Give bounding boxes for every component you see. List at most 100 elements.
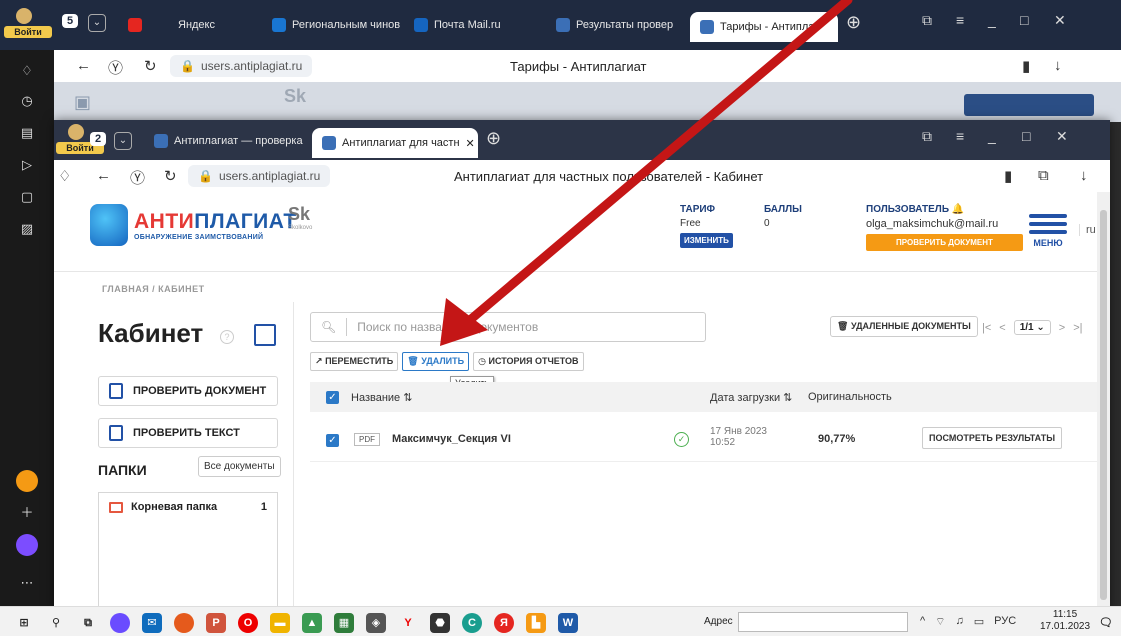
table-row[interactable]: ✓ PDF Максимчук_Секция VI ✓ 17 Янв 2023 … (310, 418, 1097, 462)
col-name[interactable]: Название ⇅ (351, 391, 412, 404)
reload-icon[interactable]: ↻ (144, 57, 157, 75)
security-icon[interactable]: ◈ (366, 613, 386, 633)
collections-icon[interactable]: ⧉ (922, 12, 932, 29)
antiplagiat-logo[interactable]: АНТИПЛАГИАТ ОБНАРУЖЕНИЕ ЗАИМСТВОВАНИЙ (90, 204, 297, 246)
tab-count-badge[interactable]: 2 (90, 132, 107, 146)
windows-start-icon[interactable]: ⊞ (14, 613, 34, 633)
word-icon[interactable]: W (558, 613, 578, 633)
guide-book-icon[interactable] (254, 324, 276, 346)
header-check-document-button[interactable]: ПРОВЕРИТЬ ДОКУМЕНТ (866, 234, 1023, 251)
task-view-icon[interactable]: ⧉ (78, 613, 98, 633)
delete-button[interactable]: 🗑︎ УДАЛИТЬ (402, 352, 470, 371)
row-checkbox[interactable]: ✓ (326, 434, 339, 447)
clock[interactable]: 11:15 17.01.2023 (1040, 609, 1090, 633)
firefox-icon[interactable] (174, 613, 194, 633)
volume-icon[interactable]: ♫ (956, 615, 964, 629)
tab-mail[interactable]: Почта Mail.ru (414, 10, 501, 40)
page-scrollbar[interactable] (1097, 192, 1110, 610)
search-icon[interactable]: ⚲ (46, 613, 66, 633)
page-select[interactable]: 1/1 ⌄ (1013, 320, 1051, 335)
more-icon[interactable]: ⋯ (16, 572, 38, 594)
tab-results[interactable]: Результаты провер (556, 10, 680, 40)
tab-regional[interactable]: Региональным чинов (272, 10, 400, 40)
bookmark-icon[interactable]: ▮ (1004, 167, 1012, 185)
bell-icon[interactable]: 🔔 (952, 204, 964, 215)
tab-tariffs[interactable]: Тарифы - Антипла (690, 12, 838, 42)
menu-button[interactable]: МЕНЮ (1029, 214, 1067, 248)
play-icon[interactable]: ▷ (16, 154, 38, 176)
new-tab-plus-icon[interactable]: ⊕ (846, 12, 861, 33)
check-text-button[interactable]: ПРОВЕРИТЬ ТЕКСТ (98, 418, 278, 448)
menu-icon[interactable]: ≡ (956, 12, 964, 28)
col-date[interactable]: Дата загрузки ⇅ (710, 391, 792, 404)
yandex-y-icon[interactable]: Y (398, 613, 418, 633)
yandex-icon[interactable]: Ⓨ (108, 57, 123, 78)
close-tab-icon[interactable]: ✕ (466, 137, 475, 150)
language-switch[interactable]: ru (1079, 224, 1096, 236)
prev-page-icon[interactable]: < (999, 322, 1005, 334)
tab-antiplagiat-private[interactable]: Антиплагиат для частн ✕ (312, 128, 478, 158)
url-field[interactable]: 🔒 users.antiplagiat.ru (170, 55, 313, 77)
photos-icon[interactable]: ▲ (302, 613, 322, 633)
gallery-icon[interactable]: ▙ (526, 613, 546, 633)
yandex-icon[interactable]: Ⓨ (130, 167, 145, 188)
opera-icon[interactable]: O (238, 613, 258, 633)
back-arrow-icon[interactable]: ← (76, 57, 91, 74)
view-results-button[interactable]: ПОСМОТРЕТЬ РЕЗУЛЬТАТЫ (922, 427, 1063, 449)
chevron-down-icon[interactable]: ⌄ (114, 132, 132, 150)
close-icon[interactable]: ✕ (1056, 128, 1068, 145)
check-document-button[interactable]: ПРОВЕРИТЬ ДОКУМЕНТ (98, 376, 278, 406)
report-history-button[interactable]: ◷ ИСТОРИЯ ОТЧЕТОВ (473, 352, 584, 371)
mail-icon[interactable]: ✉ (142, 613, 162, 633)
first-page-icon[interactable]: |< (982, 322, 991, 334)
all-documents-button[interactable]: Все документы (198, 456, 281, 477)
menu-icon[interactable]: ≡ (956, 128, 964, 144)
select-all-checkbox[interactable]: ✓ (326, 390, 339, 404)
explorer-icon[interactable]: ▬ (270, 613, 290, 633)
breadcrumb[interactable]: ГЛАВНАЯ / КАБИНЕТ (102, 284, 205, 294)
battery-icon[interactable]: ▭ (974, 615, 984, 629)
collections-icon[interactable]: ⧉ (1038, 167, 1049, 184)
back-arrow-icon[interactable]: ← (96, 167, 111, 184)
address-input[interactable] (738, 612, 908, 632)
notes-icon[interactable]: ▤ (16, 122, 38, 144)
next-page-icon[interactable]: > (1059, 322, 1065, 334)
reload-icon[interactable]: ↻ (164, 167, 177, 185)
shield-icon[interactable]: ⬣ (430, 613, 450, 633)
screenshot-icon[interactable]: ▨ (16, 218, 38, 240)
url-field[interactable]: 🔒 users.antiplagiat.ru (188, 165, 331, 187)
assistant-icon[interactable] (16, 534, 38, 556)
network-icon[interactable]: ⌔ (935, 615, 945, 629)
move-button[interactable]: ↗︎ ПЕРЕМЕСТИТЬ (310, 352, 399, 371)
alice-icon[interactable] (16, 470, 38, 492)
clock-icon[interactable]: ◷ (16, 90, 38, 112)
yandex-browser-icon[interactable]: Я (494, 613, 514, 633)
tab-antiplagiat-check[interactable]: Антиплагиат — проверка (154, 126, 303, 156)
maximize-icon[interactable]: □ (1020, 12, 1028, 28)
last-page-icon[interactable]: >| (1073, 322, 1082, 334)
bell-icon[interactable]: ♢ (16, 60, 38, 82)
chevron-up-icon[interactable]: ^ (920, 615, 925, 629)
new-tab-plus-icon[interactable]: ⊕ (486, 128, 501, 149)
bell-icon[interactable]: ♢ (58, 167, 71, 185)
plus-icon[interactable]: ＋ (16, 502, 38, 524)
tab-count-badge[interactable]: 5 (62, 14, 79, 28)
deleted-documents-button[interactable]: 🗑︎ УДАЛЕННЫЕ ДОКУМЕНТЫ (830, 316, 978, 337)
download-icon[interactable]: ↓ (1054, 57, 1062, 74)
document-name[interactable]: Максимчук_Секция VI (392, 433, 511, 445)
calculator-icon[interactable]: ▦ (334, 613, 354, 633)
close-icon[interactable]: ✕ (1054, 12, 1066, 29)
search-input[interactable]: 🔍︎ Поиск по названиям документов (310, 312, 706, 342)
change-tariff-button[interactable]: ИЗМЕНИТЬ (680, 233, 733, 248)
maximize-icon[interactable]: □ (1022, 128, 1030, 144)
folder-item[interactable]: Корневая папка 1 (99, 493, 277, 521)
minimize-icon[interactable]: _ (988, 128, 996, 144)
help-question-icon[interactable]: ? (220, 330, 234, 344)
tab-yandex[interactable]: Яндекс (128, 10, 215, 40)
notifications-icon[interactable]: 🗨︎ (1096, 613, 1116, 633)
language-indicator[interactable]: РУС (994, 615, 1016, 629)
login-badge[interactable]: Войти (4, 6, 52, 46)
tabs-icon[interactable]: ▢ (16, 186, 38, 208)
minimize-icon[interactable]: _ (988, 12, 996, 28)
paint-icon[interactable]: P (206, 613, 226, 633)
